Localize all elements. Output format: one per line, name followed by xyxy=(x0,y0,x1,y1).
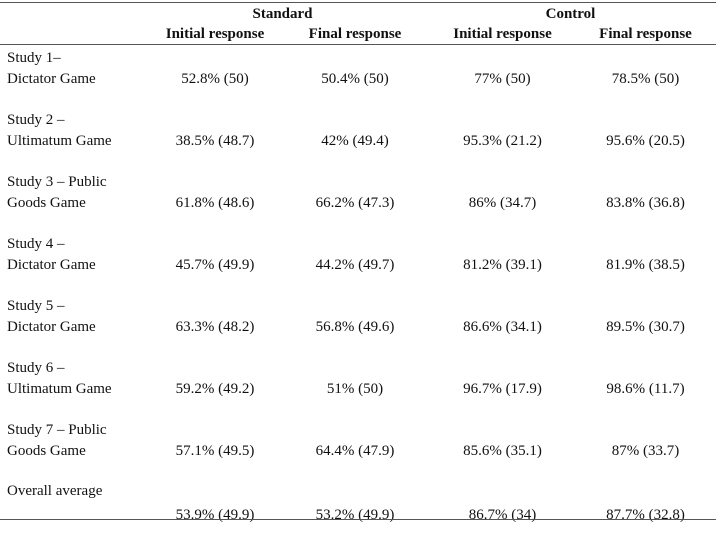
cell-standard-final: 53.2% (49.9) xyxy=(315,507,395,523)
column-header-standard-final: Final response xyxy=(308,26,402,42)
cell-control-initial: 86.6% (34.1) xyxy=(463,319,542,335)
header-rule xyxy=(0,44,716,45)
cell-control-initial: 86.7% (34) xyxy=(468,507,537,523)
cell-standard-initial: 57.1% (49.5) xyxy=(175,443,255,459)
cell-standard-final: 64.4% (47.9) xyxy=(315,443,395,459)
cell-standard-final: 66.2% (47.3) xyxy=(315,195,395,211)
row-label: Study 7 – Public Goods Game xyxy=(7,420,107,462)
group-header-standard: Standard xyxy=(252,6,313,22)
row-label-line1: Study 5 – xyxy=(7,298,65,314)
cell-control-initial: 81.2% (39.1) xyxy=(463,257,542,273)
table-row: Study 7 – Public Goods Game 57.1% (49.5)… xyxy=(0,420,716,482)
cell-control-final: 87% (33.7) xyxy=(611,443,680,459)
cell-control-initial: 86% (34.7) xyxy=(468,195,537,211)
cell-standard-initial: 63.3% (48.2) xyxy=(175,319,255,335)
cell-control-initial: 95.3% (21.2) xyxy=(463,133,542,149)
table-row: Study 6 – Ultimatum Game 59.2% (49.2) 51… xyxy=(0,358,716,420)
cell-standard-initial: 52.8% (50) xyxy=(181,71,249,87)
table-row: Study 5 – Dictator Game 63.3% (48.2) 56.… xyxy=(0,296,716,358)
row-label-line1: Study 3 – Public xyxy=(7,174,107,190)
cell-control-final: 98.6% (11.7) xyxy=(606,381,685,397)
cell-standard-initial: 45.7% (49.9) xyxy=(175,257,255,273)
cell-standard-initial: 61.8% (48.6) xyxy=(175,195,255,211)
table-row: Study 1– Dictator Game 52.8% (50) 50.4% … xyxy=(0,48,716,110)
cell-standard-final: 51% (50) xyxy=(326,381,384,397)
cell-control-initial: 96.7% (17.9) xyxy=(463,381,542,397)
cell-control-initial: 85.6% (35.1) xyxy=(463,443,542,459)
row-label-line2: Goods Game xyxy=(7,443,86,459)
row-label: Study 2 – Ultimatum Game xyxy=(7,110,112,152)
row-label-line2: Ultimatum Game xyxy=(7,381,112,397)
cell-control-final: 87.7% (32.8) xyxy=(606,507,685,523)
cell-control-final: 81.9% (38.5) xyxy=(606,257,685,273)
cell-standard-final: 56.8% (49.6) xyxy=(315,319,395,335)
group-header-control: Control xyxy=(545,6,596,22)
row-label-line2: Dictator Game xyxy=(7,257,96,273)
row-label-line1: Study 4 – xyxy=(7,236,65,252)
cell-standard-final: 50.4% (50) xyxy=(321,71,389,87)
table-bottom-rule xyxy=(0,519,716,520)
cell-standard-final: 44.2% (49.7) xyxy=(315,257,395,273)
cell-standard-final: 42% (49.4) xyxy=(321,133,389,149)
table-top-rule xyxy=(0,2,716,3)
column-header-control-final: Final response xyxy=(599,26,692,42)
cell-standard-initial: 53.9% (49.9) xyxy=(175,507,255,523)
row-label: Study 5 – Dictator Game xyxy=(7,296,96,338)
row-label-line2: Ultimatum Game xyxy=(7,133,112,149)
row-label-line2: Dictator Game xyxy=(7,71,96,87)
table-row-overall-average: Overall average 53.9% (49.9) 53.2% (49.9… xyxy=(0,481,716,543)
cell-standard-initial: 59.2% (49.2) xyxy=(175,381,255,397)
row-label-line1: Study 7 – Public xyxy=(7,422,107,438)
cell-standard-initial: 38.5% (48.7) xyxy=(175,133,255,149)
row-label-line2: Goods Game xyxy=(7,195,86,211)
row-label-line2: Dictator Game xyxy=(7,319,96,335)
cell-control-final: 89.5% (30.7) xyxy=(606,319,685,335)
column-header-standard-initial: Initial response xyxy=(165,26,265,42)
row-label: Study 3 – Public Goods Game xyxy=(7,172,107,214)
row-label: Overall average xyxy=(7,481,102,502)
cell-control-final: 78.5% (50) xyxy=(611,71,680,87)
row-label: Study 1– Dictator Game xyxy=(7,48,96,90)
table-row: Study 2 – Ultimatum Game 38.5% (48.7) 42… xyxy=(0,110,716,172)
table-row: Study 4 – Dictator Game 45.7% (49.9) 44.… xyxy=(0,234,716,296)
row-label-line1: Study 2 – xyxy=(7,112,65,128)
row-label-line1: Study 6 – xyxy=(7,360,65,376)
row-label: Study 6 – Ultimatum Game xyxy=(7,358,112,400)
row-label-line1: Overall average xyxy=(7,483,103,499)
cell-control-final: 83.8% (36.8) xyxy=(606,195,685,211)
cell-control-initial: 77% (50) xyxy=(474,71,531,87)
table-row: Study 3 – Public Goods Game 61.8% (48.6)… xyxy=(0,172,716,234)
row-label-line1: Study 1– xyxy=(7,50,61,66)
column-header-control-initial: Initial response xyxy=(453,26,552,42)
row-label: Study 4 – Dictator Game xyxy=(7,234,96,276)
cell-control-final: 95.6% (20.5) xyxy=(606,133,685,149)
